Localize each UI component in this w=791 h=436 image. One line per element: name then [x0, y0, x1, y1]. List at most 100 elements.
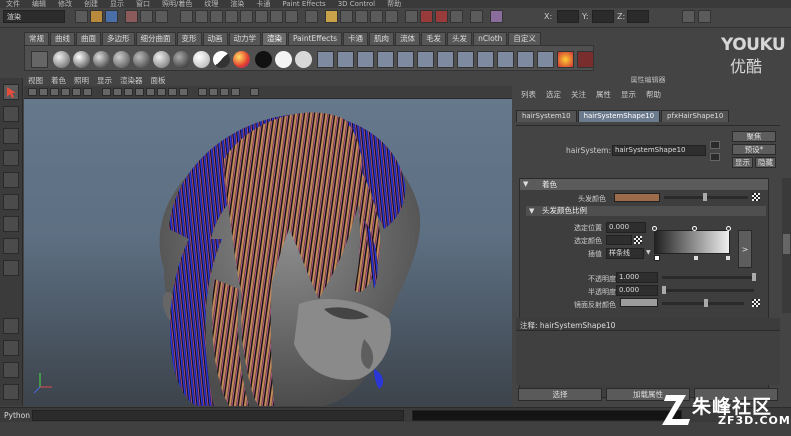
select-button[interactable]: 选择: [518, 388, 602, 401]
select-misc-icon[interactable]: [285, 10, 298, 23]
presets-button[interactable]: 预设*: [732, 144, 776, 155]
snap-plane-icon[interactable]: [385, 10, 398, 23]
phong-sphere-icon[interactable]: [93, 51, 110, 68]
snap-grid-icon[interactable]: [340, 10, 353, 23]
show-manip-icon[interactable]: [3, 260, 19, 276]
hypershade-icon[interactable]: [557, 51, 574, 68]
manipulator-tool-icon[interactable]: [3, 216, 19, 232]
select-object-icon[interactable]: [140, 10, 153, 23]
specular-color-swatch[interactable]: [620, 298, 658, 307]
shelf-tab[interactable]: 曲面: [76, 32, 101, 45]
show-button[interactable]: 显示: [732, 157, 753, 168]
textured-icon[interactable]: [124, 88, 133, 96]
hair-color-scale-header[interactable]: ▼ 头发颜色比例: [526, 206, 766, 216]
shelf-tab[interactable]: PaintEffects: [288, 32, 343, 45]
toon-shader-icon[interactable]: [233, 51, 250, 68]
tab-hair-system[interactable]: hairSystem10: [516, 110, 577, 122]
viewport-menu-item[interactable]: 视图: [24, 76, 47, 86]
white-shader-icon[interactable]: [275, 51, 292, 68]
viewport-menu-item[interactable]: 面板: [147, 76, 170, 86]
toggle-attribute-editor-icon[interactable]: [698, 10, 711, 23]
menu-item[interactable]: 卡通: [250, 0, 276, 8]
opacity-slider-knob[interactable]: [752, 273, 756, 281]
smooth-shade-icon[interactable]: [113, 88, 122, 96]
save-scene-icon[interactable]: [105, 10, 118, 23]
select-joint-icon[interactable]: [195, 10, 208, 23]
select-dynamic-icon[interactable]: [255, 10, 268, 23]
y-field[interactable]: [592, 10, 614, 23]
render-icon-1[interactable]: [317, 51, 334, 68]
layout-two-icon[interactable]: [3, 362, 19, 378]
translucence-field[interactable]: 0.000: [616, 285, 658, 296]
snap-point-icon[interactable]: [370, 10, 383, 23]
menu-item[interactable]: 照明/着色: [156, 0, 198, 8]
render-settings-icon[interactable]: [450, 10, 463, 23]
ae-menu-item[interactable]: 属性: [591, 89, 616, 101]
tab-hair-system-shape[interactable]: hairSystemShape10: [577, 110, 661, 122]
bookmark-icon[interactable]: [50, 88, 59, 96]
render-icon-8[interactable]: [457, 51, 474, 68]
z-field[interactable]: [627, 10, 649, 23]
shelf-tab[interactable]: 多边形: [102, 32, 135, 45]
hud-icon[interactable]: [250, 88, 259, 96]
shelf-tab[interactable]: 卡通: [343, 32, 369, 45]
render-icon-5[interactable]: [397, 51, 414, 68]
new-scene-icon[interactable]: [75, 10, 88, 23]
hide-button[interactable]: 隐藏: [755, 157, 776, 168]
opacity-field[interactable]: 1.000: [616, 272, 658, 283]
surface-shader-icon[interactable]: [193, 51, 210, 68]
wireframe-icon[interactable]: [102, 88, 111, 96]
shelf-tab[interactable]: 动画: [202, 32, 228, 45]
blinn-sphere-icon[interactable]: [73, 51, 90, 68]
lock-selection-icon[interactable]: [305, 10, 318, 23]
shelf-tab[interactable]: 细分曲面: [135, 32, 176, 45]
ae-menu-item[interactable]: 关注: [566, 89, 591, 101]
menu-item[interactable]: 窗口: [130, 0, 156, 8]
x-field[interactable]: [557, 10, 579, 23]
go-to-input-icon[interactable]: [710, 141, 720, 149]
grid-icon[interactable]: [72, 88, 81, 96]
render-frame-icon[interactable]: [420, 10, 433, 23]
safe-title-icon[interactable]: [231, 88, 240, 96]
menu-item[interactable]: 创建: [78, 0, 104, 8]
history-icon[interactable]: [405, 10, 418, 23]
render-icon-2[interactable]: [337, 51, 354, 68]
go-to-output-icon[interactable]: [710, 153, 720, 161]
viewport-menu-item[interactable]: 显示: [93, 76, 116, 86]
input-field-icon[interactable]: [470, 10, 483, 23]
open-scene-icon[interactable]: [90, 10, 103, 23]
command-language-label[interactable]: Python: [4, 411, 30, 420]
color-ramp[interactable]: [654, 230, 730, 254]
magnet-snap-icon[interactable]: [325, 10, 338, 23]
ramp-handle-top[interactable]: [692, 226, 697, 231]
shading-section-header[interactable]: ▼ 着色: [520, 179, 768, 190]
select-component-icon[interactable]: [155, 10, 168, 23]
shelf-tab[interactable]: 头发: [447, 32, 473, 45]
select-rendering-icon[interactable]: [270, 10, 283, 23]
lights-icon[interactable]: [135, 88, 144, 96]
hair-color-swatch[interactable]: [614, 193, 660, 202]
render-icon-4[interactable]: [377, 51, 394, 68]
resolution-gate-icon[interactable]: [209, 88, 218, 96]
focus-button[interactable]: 聚焦: [732, 131, 776, 142]
menu-item[interactable]: 文件: [0, 0, 26, 8]
ae-menu-item[interactable]: 帮助: [641, 89, 666, 101]
move-tool-icon[interactable]: [3, 150, 19, 166]
shelf-tab[interactable]: 变形: [176, 32, 202, 45]
toggle-sidebar-icon[interactable]: [682, 10, 695, 23]
menu-item[interactable]: 显示: [104, 0, 130, 8]
scale-tool-icon[interactable]: [3, 194, 19, 210]
outliner-layout-icon[interactable]: [3, 384, 19, 400]
lambert-sphere-icon[interactable]: [53, 51, 70, 68]
shelf-tab[interactable]: 流体: [395, 32, 421, 45]
shadows-icon[interactable]: [146, 88, 155, 96]
select-deformer-icon[interactable]: [240, 10, 253, 23]
selected-color-swatch[interactable]: [606, 235, 632, 245]
mode-select[interactable]: 渲染: [3, 10, 65, 23]
scrollbar-thumb[interactable]: [783, 234, 790, 254]
select-curve-icon[interactable]: [210, 10, 223, 23]
translucence-slider-knob[interactable]: [662, 286, 666, 294]
ramp-handle-bottom[interactable]: [726, 256, 730, 260]
menu-item[interactable]: 纹理: [198, 0, 224, 8]
image-plane-icon[interactable]: [61, 88, 70, 96]
